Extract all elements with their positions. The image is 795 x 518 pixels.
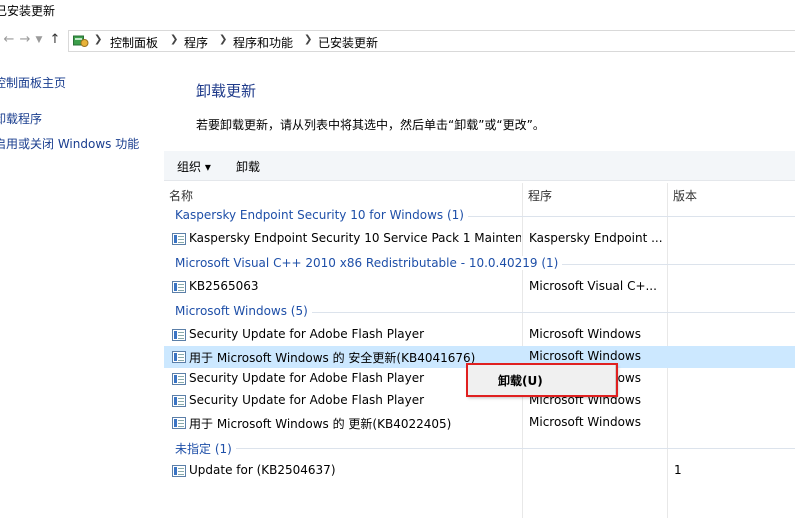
uninstall-toolbar-button[interactable]: 卸载 bbox=[236, 158, 260, 175]
group-header-kaspersky[interactable]: Kaspersky Endpoint Security 10 for Windo… bbox=[164, 206, 795, 226]
update-package-icon bbox=[172, 395, 186, 407]
table-row[interactable]: KB2565063 Microsoft Visual C+... bbox=[164, 276, 795, 298]
sidebar-link-uninstall-program[interactable]: 卸载程序 bbox=[0, 110, 42, 127]
breadcrumb-programs[interactable]: 程序 bbox=[184, 34, 208, 51]
row-program: Kaspersky Endpoint ... bbox=[529, 231, 663, 245]
row-program: Microsoft Windows bbox=[529, 349, 641, 363]
update-package-icon bbox=[172, 329, 186, 341]
sidebar-link-windows-features[interactable]: 启用或关闭 Windows 功能 bbox=[0, 135, 139, 152]
row-program: Microsoft Windows bbox=[529, 327, 641, 341]
organize-button[interactable]: 组织 ▾ bbox=[177, 158, 211, 175]
row-program: Microsoft Visual C+... bbox=[529, 279, 657, 293]
group-header-visual-cpp[interactable]: Microsoft Visual C++ 2010 x86 Redistribu… bbox=[164, 254, 795, 274]
breadcrumb-control-panel[interactable]: 控制面板 bbox=[110, 34, 158, 51]
column-header-program[interactable]: 程序 bbox=[523, 183, 667, 205]
update-package-icon bbox=[172, 417, 186, 429]
table-row[interactable]: Update for (KB2504637) 1 bbox=[164, 460, 795, 482]
table-row[interactable]: 用于 Microsoft Windows 的 更新(KB4022405) Mic… bbox=[164, 412, 795, 434]
row-program: Microsoft Windows bbox=[529, 415, 641, 429]
back-arrow-icon[interactable]: ← bbox=[2, 32, 16, 48]
row-name: KB2565063 bbox=[189, 279, 259, 293]
toolbar: 组织 ▾ 卸载 bbox=[164, 151, 795, 181]
table-row[interactable]: Kaspersky Endpoint Security 10 Service P… bbox=[164, 228, 795, 250]
row-name: 用于 Microsoft Windows 的 更新(KB4022405) bbox=[189, 417, 452, 431]
breadcrumb-separator-icon: ❯ bbox=[304, 34, 313, 45]
window-title: 已安装更新 bbox=[0, 4, 56, 18]
update-package-icon bbox=[172, 465, 186, 477]
update-package-icon bbox=[172, 281, 186, 293]
breadcrumb-programs-and-features[interactable]: 程序和功能 bbox=[233, 34, 293, 51]
annotation-highlight-box bbox=[466, 363, 618, 397]
row-name: Update for (KB2504637) bbox=[189, 463, 336, 477]
column-header-name[interactable]: 名称 bbox=[164, 183, 522, 205]
breadcrumb-installed-updates[interactable]: 已安装更新 bbox=[318, 34, 378, 51]
update-package-icon bbox=[172, 351, 186, 363]
group-header-microsoft-windows[interactable]: Microsoft Windows (5) bbox=[164, 302, 795, 322]
recent-locations-chevron-down-icon[interactable]: ▼ bbox=[32, 32, 46, 48]
row-version: 1 bbox=[674, 463, 682, 477]
table-row[interactable]: Security Update for Adobe Flash Player M… bbox=[164, 324, 795, 346]
breadcrumb-separator-icon: ❯ bbox=[170, 34, 179, 45]
group-label: 未指定 (1) bbox=[175, 440, 236, 457]
group-label: Microsoft Windows (5) bbox=[175, 304, 312, 318]
row-name: Kaspersky Endpoint Security 10 Service P… bbox=[189, 231, 521, 245]
title-bar: 已安装更新 bbox=[0, 0, 795, 26]
update-package-icon bbox=[172, 233, 186, 245]
column-header-version[interactable]: 版本 bbox=[668, 183, 795, 205]
group-label: Microsoft Visual C++ 2010 x86 Redistribu… bbox=[175, 256, 563, 270]
row-name: Security Update for Adobe Flash Player bbox=[189, 327, 425, 341]
breadcrumb-separator-icon: ❯ bbox=[219, 34, 228, 45]
address-bar[interactable]: ❯ 控制面板 ❯ 程序 ❯ 程序和功能 ❯ 已安装更新 bbox=[68, 30, 795, 52]
forward-arrow-icon[interactable]: → bbox=[18, 32, 32, 48]
sidebar-link-control-panel-home[interactable]: 控制面板主页 bbox=[0, 74, 66, 91]
breadcrumb-separator-icon: ❯ bbox=[94, 34, 103, 45]
group-header-unspecified[interactable]: 未指定 (1) bbox=[164, 438, 795, 458]
group-divider bbox=[175, 448, 795, 449]
up-arrow-icon[interactable]: ↑ bbox=[48, 32, 62, 48]
page-title: 卸载更新 bbox=[196, 82, 257, 100]
control-panel-icon bbox=[73, 35, 89, 47]
update-package-icon bbox=[172, 373, 186, 385]
instructions-text: 若要卸载更新，请从列表中将其选中，然后单击“卸载”或“更改”。 bbox=[196, 118, 545, 132]
navigation-bar: ← → ▼ ↑ ❯ 控制面板 ❯ 程序 ❯ 程序和功能 ❯ 已安装更新 bbox=[0, 26, 795, 56]
group-label: Kaspersky Endpoint Security 10 for Windo… bbox=[175, 208, 468, 222]
